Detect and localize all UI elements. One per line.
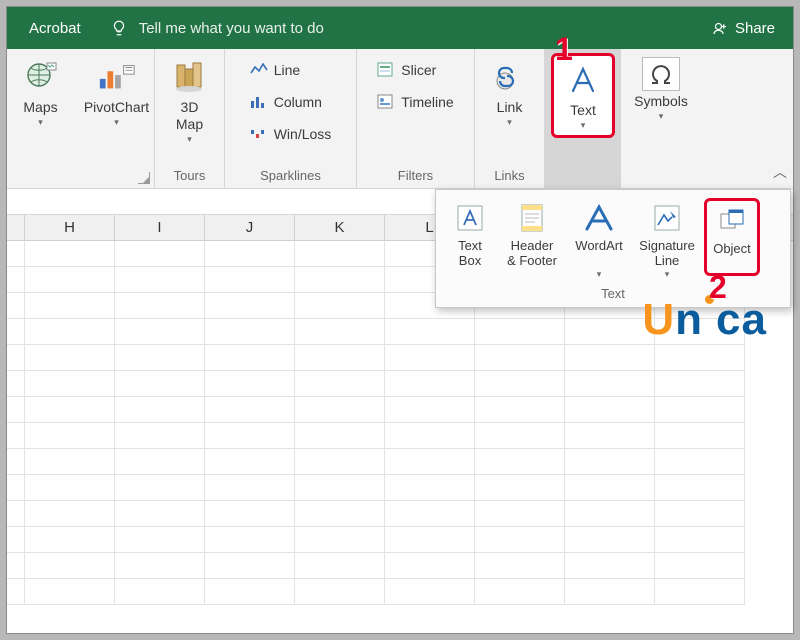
timeline-label: Timeline bbox=[401, 94, 453, 110]
group-sparklines: Line Column Win/Loss Sparklines bbox=[225, 49, 357, 188]
signature-line-label: Signature Line bbox=[639, 238, 695, 268]
text-label: Text bbox=[570, 102, 596, 119]
text-box-icon bbox=[452, 200, 488, 236]
globe-icon bbox=[21, 57, 61, 97]
group-links-label: Links bbox=[475, 165, 544, 188]
sparkline-winloss-icon bbox=[250, 125, 268, 143]
sparkline-column-label: Column bbox=[274, 94, 322, 110]
sparkline-winloss-label: Win/Loss bbox=[274, 126, 332, 142]
sparkline-winloss-button[interactable]: Win/Loss bbox=[246, 123, 336, 145]
app-window: Acrobat Tell me what you want to do Shar… bbox=[6, 6, 794, 634]
header-footer-icon bbox=[514, 200, 550, 236]
group-filters-label: Filters bbox=[357, 165, 474, 188]
group-links: Link ▾ Links bbox=[475, 49, 545, 188]
object-button[interactable]: Object bbox=[704, 198, 760, 276]
maps-label: Maps bbox=[23, 99, 57, 116]
sparkline-line-label: Line bbox=[274, 62, 300, 78]
chevron-down-icon: ▾ bbox=[581, 120, 586, 131]
object-icon bbox=[714, 203, 750, 239]
maps-button[interactable]: Maps ▾ bbox=[8, 55, 74, 128]
text-box-button[interactable]: Text Box bbox=[444, 198, 496, 270]
header-footer-label: Header & Footer bbox=[507, 238, 557, 268]
annotation-1: 1 bbox=[555, 31, 573, 68]
tab-acrobat[interactable]: Acrobat bbox=[19, 10, 91, 47]
col-header[interactable]: J bbox=[205, 215, 295, 240]
sparkline-line-icon bbox=[250, 61, 268, 79]
share-label: Share bbox=[735, 20, 775, 37]
group-charts: Maps ▾ PivotChart ▾ bbox=[7, 49, 155, 188]
share-icon bbox=[711, 19, 729, 37]
group-tours-label: Tours bbox=[155, 165, 224, 188]
share-button[interactable]: Share bbox=[705, 19, 781, 37]
annotation-2: 2 bbox=[709, 269, 727, 306]
timeline-button[interactable]: Timeline bbox=[373, 91, 457, 113]
pivotchart-button[interactable]: PivotChart ▾ bbox=[80, 55, 154, 128]
ribbon: Maps ▾ PivotChart ▾ bbox=[7, 49, 793, 189]
symbols-button[interactable]: Symbols ▾ bbox=[627, 53, 695, 126]
chevron-down-icon: ▾ bbox=[114, 117, 119, 128]
col-header[interactable]: K bbox=[295, 215, 385, 240]
text-box-label: Text Box bbox=[458, 238, 482, 268]
group-charts-label bbox=[7, 180, 154, 188]
slicer-label: Slicer bbox=[401, 62, 436, 78]
group-symbols: Symbols ▾ bbox=[621, 49, 701, 188]
link-icon bbox=[490, 57, 530, 97]
omega-icon bbox=[642, 57, 680, 91]
group-tours: 3D Map ▾ Tours bbox=[155, 49, 225, 188]
pivotchart-icon bbox=[97, 57, 137, 97]
group-sparklines-label: Sparklines bbox=[225, 165, 356, 188]
link-label: Link bbox=[497, 99, 523, 116]
group-text-collapsed: Text ▾ bbox=[545, 49, 621, 188]
3d-map-label: 3D Map bbox=[176, 99, 203, 133]
chevron-down-icon: ▾ bbox=[597, 269, 602, 280]
lightbulb-icon bbox=[107, 16, 131, 40]
chevron-down-icon: ▾ bbox=[187, 134, 192, 145]
slicer-button[interactable]: Slicer bbox=[373, 59, 440, 81]
text-dropdown-panel: Text Box Header & Footer WordArt ▾ Signa… bbox=[435, 189, 791, 308]
wordart-button[interactable]: WordArt ▾ bbox=[568, 198, 630, 282]
chevron-down-icon: ▾ bbox=[665, 269, 670, 280]
wordart-icon bbox=[581, 200, 617, 236]
wordart-label: WordArt bbox=[575, 238, 622, 268]
dialog-launcher-icon[interactable] bbox=[138, 172, 150, 184]
col-header[interactable]: I bbox=[115, 215, 205, 240]
timeline-icon bbox=[377, 93, 395, 111]
signature-icon bbox=[649, 200, 685, 236]
tell-me-search[interactable]: Tell me what you want to do bbox=[139, 20, 705, 37]
col-header[interactable]: H bbox=[25, 215, 115, 240]
group-text-spacer bbox=[545, 180, 621, 188]
sparkline-line-button[interactable]: Line bbox=[246, 59, 304, 81]
sparkline-column-icon bbox=[250, 93, 268, 111]
sparkline-column-button[interactable]: Column bbox=[246, 91, 326, 113]
symbols-label: Symbols bbox=[634, 93, 688, 110]
signature-line-button[interactable]: Signature Line ▾ bbox=[634, 198, 700, 282]
collapse-ribbon-icon[interactable]: ︿ bbox=[773, 162, 787, 182]
header-footer-button[interactable]: Header & Footer bbox=[500, 198, 564, 270]
slicer-icon bbox=[377, 61, 395, 79]
chevron-down-icon: ▾ bbox=[659, 111, 664, 122]
titlebar: Acrobat Tell me what you want to do Shar… bbox=[7, 7, 793, 49]
corner-cell[interactable] bbox=[7, 215, 25, 240]
watermark-logo: Unca bbox=[642, 295, 767, 345]
object-label: Object bbox=[713, 241, 751, 271]
link-button[interactable]: Link ▾ bbox=[482, 55, 538, 128]
chevron-down-icon: ▾ bbox=[38, 117, 43, 128]
chevron-down-icon: ▾ bbox=[507, 117, 512, 128]
3d-map-icon bbox=[170, 57, 210, 97]
pivotchart-label: PivotChart bbox=[84, 99, 149, 116]
3d-map-button[interactable]: 3D Map ▾ bbox=[162, 55, 218, 145]
group-symbols-spacer bbox=[621, 180, 701, 188]
group-filters: Slicer Timeline Filters bbox=[357, 49, 475, 188]
